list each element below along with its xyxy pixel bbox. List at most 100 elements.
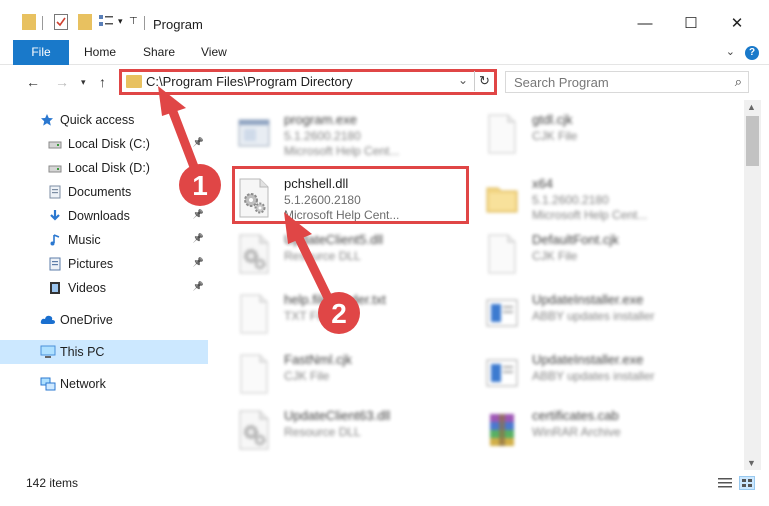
sidebar-item-label: OneDrive	[60, 313, 113, 327]
address-path[interactable]: C:\Program Files\Program Directory	[146, 74, 353, 89]
file-detail: Resource DLL	[284, 249, 361, 263]
file-item[interactable]: DefaultFont.cjk CJK File	[470, 224, 710, 280]
archive-icon	[484, 410, 520, 450]
drive-icon	[48, 161, 62, 175]
exe-icon	[236, 114, 272, 154]
maximize-button[interactable]: ☐	[668, 10, 714, 38]
properties-icon[interactable]	[54, 14, 68, 30]
file-detail: ABBY updates installer	[532, 369, 655, 383]
file-name: FastNml.cjk	[284, 352, 352, 367]
scroll-down-icon[interactable]: ▼	[747, 458, 756, 468]
dll-gear-icon	[236, 234, 272, 274]
tab-view[interactable]: View	[201, 40, 227, 65]
customize-toolbar-icon[interactable]: ⊤	[129, 16, 138, 36]
item-count: 142 items	[26, 476, 79, 490]
sidebar-item-label: Pictures	[68, 257, 114, 271]
sidebar-item-network[interactable]: Network	[0, 372, 208, 396]
file-detail: WinRAR Archive	[532, 425, 621, 439]
file-item[interactable]: help.fileheader.txt TXT File	[222, 284, 462, 340]
navigation-bar: ← → ▾ ↑ C:\Program Files\Program Directo…	[0, 66, 769, 100]
forward-arrow-icon[interactable]: →	[55, 74, 69, 90]
separator	[42, 16, 43, 30]
pin-icon[interactable]: 📌	[193, 185, 204, 196]
file-detail: CJK File	[284, 369, 330, 383]
file-item[interactable]: certificates.cab WinRAR Archive	[470, 400, 710, 456]
scroll-thumb[interactable]	[746, 116, 759, 166]
tab-file[interactable]: File	[13, 40, 69, 65]
sidebar-item-label: Music	[68, 233, 101, 247]
star-icon	[40, 113, 54, 127]
ribbon: File Home Share View ⌄ ?	[0, 40, 769, 65]
document-icon	[236, 354, 272, 394]
sidebar-item-local-disk-d[interactable]: Local Disk (D:)	[0, 156, 208, 180]
pin-icon[interactable]: 📌	[193, 281, 204, 292]
file-description: Microsoft Help Cent...	[284, 144, 400, 158]
file-item[interactable]: UpdateClient63.dll Resource DLL	[222, 400, 462, 456]
new-folder-icon[interactable]	[78, 14, 92, 30]
pin-icon[interactable]: 📌	[193, 209, 204, 220]
scroll-up-icon[interactable]: ▲	[747, 102, 756, 112]
recent-locations-icon[interactable]: ▾	[81, 77, 86, 88]
sidebar-item-documents[interactable]: Documents 📌	[0, 180, 208, 204]
pictures-icon	[48, 257, 62, 271]
close-button[interactable]: ✕	[714, 10, 760, 38]
search-icon[interactable]: ⌕	[735, 74, 742, 90]
sidebar-item-label: Local Disk (D:)	[68, 161, 150, 175]
search-input[interactable]: Search Program ⌕	[505, 71, 749, 93]
document-icon	[484, 114, 520, 154]
videos-icon	[48, 281, 62, 295]
tab-home[interactable]: Home	[84, 40, 116, 65]
vertical-scrollbar[interactable]: ▲ ▼	[744, 100, 761, 470]
view-details-icon[interactable]	[98, 14, 114, 28]
file-description: Microsoft Help Cent...	[532, 208, 648, 222]
chevron-down-icon[interactable]: ⌄	[458, 73, 468, 87]
help-icon[interactable]: ?	[745, 46, 759, 60]
file-detail: 5.1.2600.2180	[284, 129, 361, 143]
tab-share[interactable]: Share	[143, 40, 175, 65]
file-item[interactable]: gtdl.cjk CJK File	[470, 104, 710, 160]
navigation-pane: Quick access Local Disk (C:) 📌 Local Disk (…	[0, 104, 210, 470]
minimize-button[interactable]: —	[622, 10, 668, 38]
computer-icon	[40, 345, 56, 359]
sidebar-item-label: Local Disk (C:)	[68, 137, 150, 151]
file-detail: CJK File	[532, 249, 578, 263]
chevron-down-icon[interactable]: ⌄	[726, 45, 735, 58]
search-placeholder: Search Program	[514, 75, 609, 90]
sidebar-item-label: Videos	[68, 281, 106, 295]
file-detail: TXT File	[284, 309, 330, 323]
sidebar-item-music[interactable]: Music 📌	[0, 228, 208, 252]
file-item[interactable]: FastNml.cjk CJK File	[222, 344, 462, 400]
separator	[144, 16, 145, 30]
file-item[interactable]: UpdateClient5.dll Resource DLL	[222, 224, 462, 280]
address-bar[interactable]: C:\Program Files\Program Directory ⌄ ↻	[119, 69, 497, 95]
sidebar-item-onedrive[interactable]: OneDrive	[0, 308, 208, 332]
file-item[interactable]: UpdateInstaller.exe ABBY updates installe…	[470, 284, 710, 340]
refresh-icon[interactable]: ↻	[474, 71, 494, 91]
back-arrow-icon[interactable]: ←	[26, 74, 40, 90]
sidebar-item-pictures[interactable]: Pictures 📌	[0, 252, 208, 276]
file-item[interactable]: program.exe 5.1.2600.2180 Microsoft Help C…	[222, 104, 462, 160]
sidebar-item-videos[interactable]: Videos 📌	[0, 276, 208, 300]
file-name: help.fileheader.txt	[284, 292, 386, 307]
file-highlight-box	[232, 166, 469, 224]
drive-icon	[48, 137, 62, 151]
chevron-down-icon[interactable]: ▾	[118, 16, 123, 36]
file-list: program.exe 5.1.2600.2180 Microsoft Help C…	[222, 100, 742, 470]
pin-icon[interactable]: 📌	[193, 257, 204, 268]
sidebar-item-quick-access[interactable]: Quick access	[0, 108, 208, 132]
pin-icon[interactable]: 📌	[193, 137, 204, 148]
details-view-icon[interactable]	[717, 476, 733, 490]
file-item[interactable]: x64 5.1.2600.2180 Microsoft Help Cent...	[470, 168, 710, 224]
folder-icon	[484, 178, 520, 218]
tiles-view-icon[interactable]	[739, 476, 755, 490]
pin-icon[interactable]: 📌	[193, 233, 204, 244]
file-name: DefaultFont.cjk	[532, 232, 619, 247]
status-bar: 142 items	[0, 470, 769, 506]
up-arrow-icon[interactable]: ↑	[99, 74, 106, 90]
sidebar-item-local-disk-c[interactable]: Local Disk (C:) 📌	[0, 132, 208, 156]
sidebar-item-label: This PC	[60, 345, 105, 359]
sidebar-item-this-pc[interactable]: This PC	[0, 340, 208, 364]
file-name: program.exe	[284, 112, 357, 127]
sidebar-item-downloads[interactable]: Downloads 📌	[0, 204, 208, 228]
file-item[interactable]: UpdateInstaller.exe ABBY updates installe…	[470, 344, 710, 400]
